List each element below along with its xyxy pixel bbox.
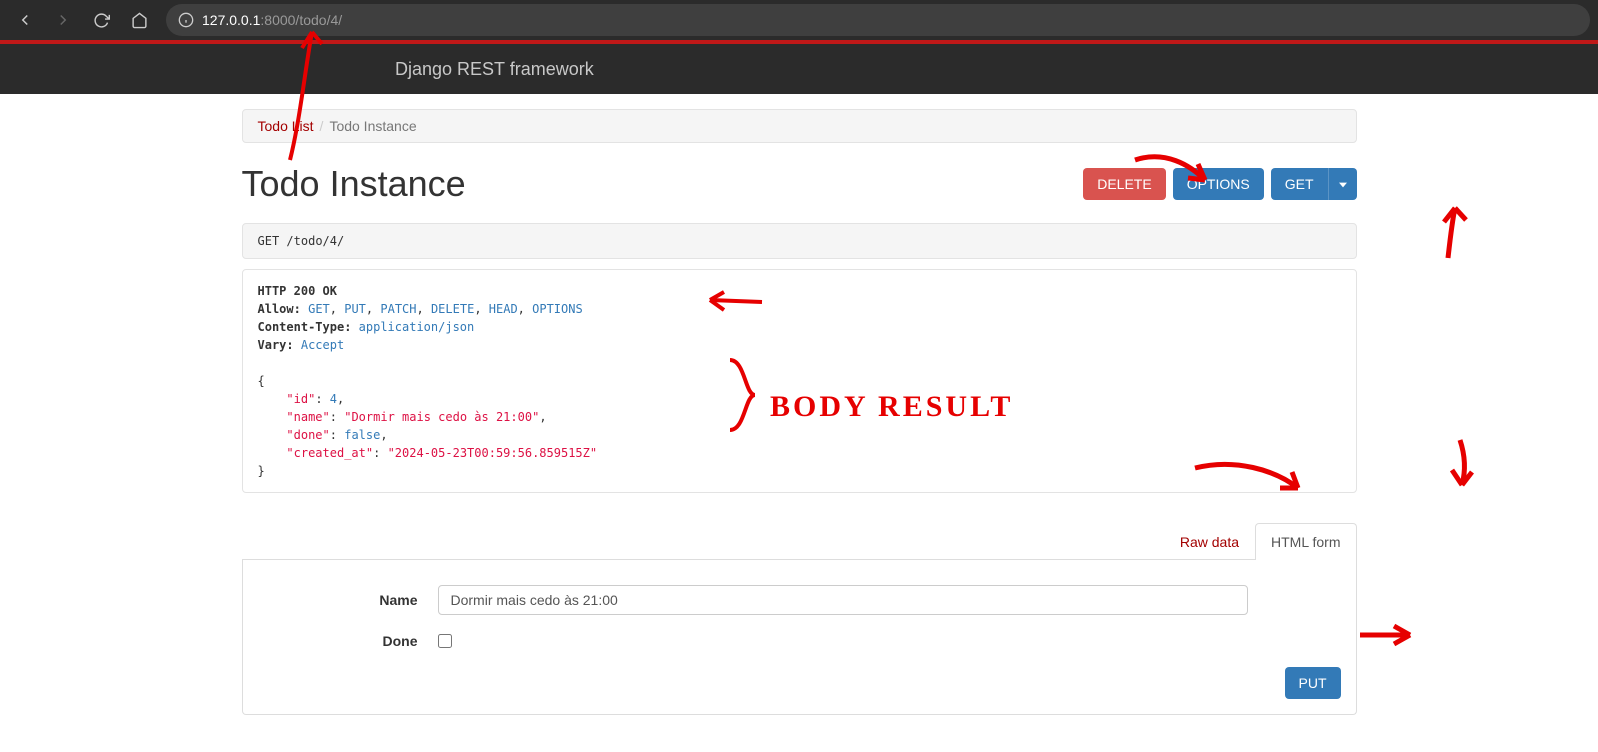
request-info: GET /todo/4/ bbox=[242, 223, 1357, 259]
browser-toolbar: 127.0.0.1:8000/todo/4/ bbox=[0, 0, 1598, 40]
options-button[interactable]: OPTIONS bbox=[1173, 168, 1264, 200]
done-label: Done bbox=[258, 633, 438, 649]
breadcrumb-parent[interactable]: Todo List bbox=[258, 118, 314, 134]
breadcrumb: Todo List / Todo Instance bbox=[242, 109, 1357, 143]
done-checkbox[interactable] bbox=[438, 634, 452, 648]
name-label: Name bbox=[258, 592, 438, 608]
form-tabs: Raw data HTML form bbox=[242, 523, 1357, 560]
put-button[interactable]: PUT bbox=[1285, 667, 1341, 699]
delete-button[interactable]: DELETE bbox=[1083, 168, 1165, 200]
get-button[interactable]: GET bbox=[1271, 168, 1328, 200]
url-text: 127.0.0.1:8000/todo/4/ bbox=[202, 12, 342, 28]
info-icon bbox=[178, 12, 194, 28]
caret-down-icon bbox=[1339, 181, 1347, 189]
brand-link[interactable]: Django REST framework bbox=[395, 59, 594, 80]
body-id: 4 bbox=[330, 392, 337, 406]
allow-head: HEAD bbox=[489, 302, 518, 316]
body-done: false bbox=[344, 428, 380, 442]
tab-raw-data[interactable]: Raw data bbox=[1164, 523, 1255, 560]
response-box: HTTP 200 OK Allow: GET, PUT, PATCH, DELE… bbox=[242, 269, 1357, 493]
name-input[interactable] bbox=[438, 585, 1248, 615]
forward-button[interactable] bbox=[46, 3, 80, 37]
get-dropdown-button[interactable] bbox=[1328, 168, 1357, 200]
body-created-at: 2024-05-23T00:59:56.859515Z bbox=[395, 446, 590, 460]
vary-value: Accept bbox=[301, 338, 344, 352]
allow-patch: PATCH bbox=[380, 302, 416, 316]
form-panel: Name Done PUT bbox=[242, 560, 1357, 715]
reload-button[interactable] bbox=[84, 3, 118, 37]
breadcrumb-current: Todo Instance bbox=[329, 118, 416, 134]
vary-label: Vary: bbox=[258, 338, 294, 352]
home-button[interactable] bbox=[122, 3, 156, 37]
drf-navbar: Django REST framework bbox=[0, 44, 1598, 94]
content-type-label: Content-Type: bbox=[258, 320, 352, 334]
allow-put: PUT bbox=[344, 302, 366, 316]
request-path: /todo/4/ bbox=[286, 234, 344, 248]
tab-html-form[interactable]: HTML form bbox=[1255, 523, 1356, 560]
allow-get: GET bbox=[308, 302, 330, 316]
response-status: HTTP 200 OK bbox=[258, 284, 337, 298]
page-title: Todo Instance bbox=[242, 163, 466, 205]
content-type-value: application/json bbox=[359, 320, 475, 334]
breadcrumb-separator: / bbox=[320, 118, 324, 134]
body-name: Dormir mais cedo às 21:00 bbox=[351, 410, 532, 424]
request-method: GET bbox=[258, 234, 280, 248]
allow-options: OPTIONS bbox=[532, 302, 583, 316]
url-bar[interactable]: 127.0.0.1:8000/todo/4/ bbox=[166, 4, 1590, 36]
allow-label: Allow: bbox=[258, 302, 301, 316]
back-button[interactable] bbox=[8, 3, 42, 37]
allow-delete: DELETE bbox=[431, 302, 474, 316]
